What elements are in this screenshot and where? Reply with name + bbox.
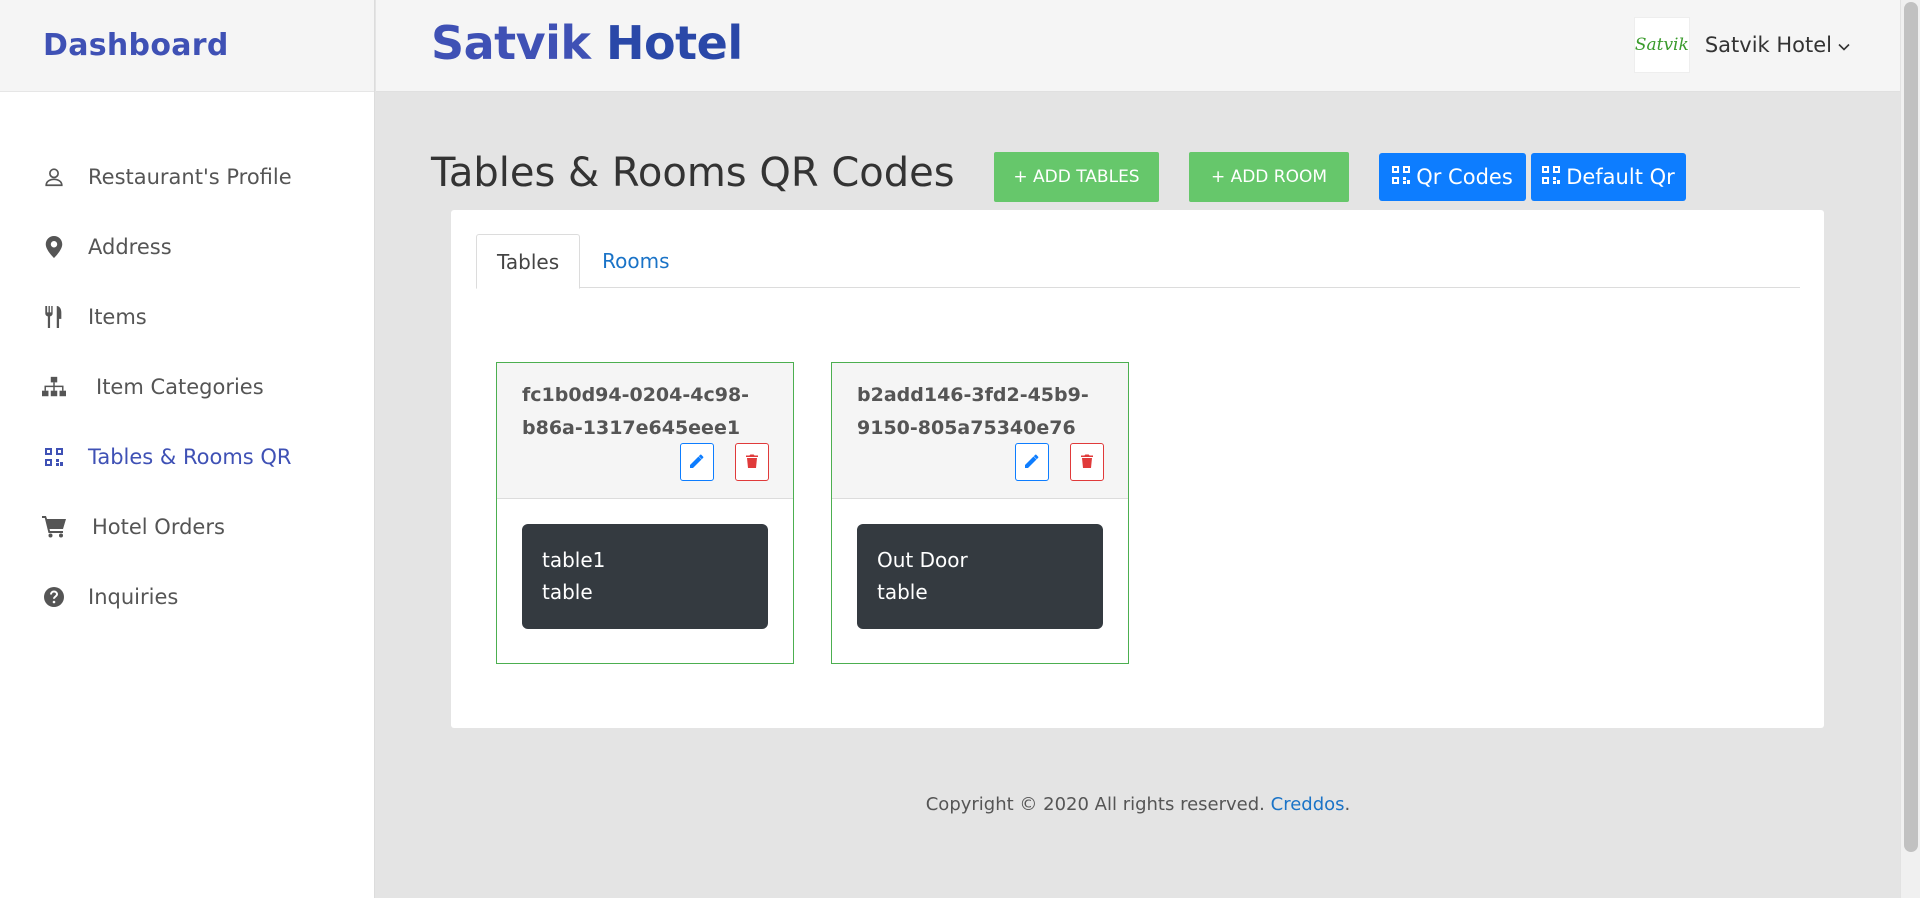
sitemap-icon bbox=[42, 375, 66, 399]
footer: Copyright © 2020 All rights reserved. Cr… bbox=[376, 794, 1900, 815]
delete-button[interactable] bbox=[735, 443, 769, 481]
qr-card: fc1b0d94-0204-4c98-b86a-1317e645eee1 tab… bbox=[496, 362, 794, 664]
delete-button[interactable] bbox=[1070, 443, 1104, 481]
sidebar-item-restaurant-profile[interactable]: Restaurant's Profile bbox=[0, 142, 374, 212]
user-icon bbox=[42, 165, 66, 189]
tab-tables[interactable]: Tables bbox=[476, 234, 581, 289]
qr-codes-label: Qr Codes bbox=[1416, 165, 1513, 189]
sidebar: Dashboard Restaurant's Profile Address I… bbox=[0, 0, 375, 898]
trash-icon bbox=[1081, 453, 1093, 472]
creddos-link[interactable]: Creddos bbox=[1271, 794, 1345, 815]
chevron-down-icon bbox=[1838, 36, 1850, 55]
sidebar-item-label: Item Categories bbox=[96, 375, 264, 399]
trash-icon bbox=[746, 453, 758, 472]
user-name: Satvik Hotel bbox=[1704, 33, 1832, 57]
sidebar-brand[interactable]: Dashboard bbox=[0, 0, 374, 92]
qrcode-icon bbox=[1542, 165, 1561, 189]
sidebar-item-tables-rooms-qr[interactable]: Tables & Rooms QR bbox=[0, 422, 374, 492]
avatar: Satvik bbox=[1633, 17, 1690, 73]
cart-icon bbox=[42, 515, 66, 539]
qr-codes-button[interactable]: Qr Codes bbox=[1379, 153, 1526, 201]
question-circle-icon bbox=[42, 585, 66, 609]
table-name: Out Door bbox=[877, 548, 968, 572]
avatar-logo-text: Satvik bbox=[1634, 35, 1689, 55]
edit-button[interactable] bbox=[1015, 443, 1049, 481]
page-scrollbar[interactable] bbox=[1900, 0, 1920, 898]
sidebar-item-label: Restaurant's Profile bbox=[88, 165, 292, 189]
qr-card-header: fc1b0d94-0204-4c98-b86a-1317e645eee1 bbox=[497, 363, 793, 499]
edit-button[interactable] bbox=[680, 443, 714, 481]
dashboard-link[interactable]: Dashboard bbox=[43, 28, 229, 63]
add-room-button[interactable]: + ADD ROOM bbox=[1189, 152, 1349, 202]
qr-card-uuid: b2add146-3fd2-45b9-9150-805a75340e76 bbox=[857, 384, 1089, 439]
pencil-icon bbox=[1025, 453, 1039, 472]
hotel-title-first: Satvik bbox=[431, 16, 591, 70]
pencil-icon bbox=[690, 453, 704, 472]
user-menu[interactable]: Satvik Satvik Hotel bbox=[1633, 17, 1850, 73]
top-header: Satvik Hotel Satvik Satvik Hotel bbox=[376, 0, 1900, 92]
table-name: table1 bbox=[542, 548, 606, 572]
footer-period: . bbox=[1344, 794, 1351, 815]
qrcode-icon bbox=[42, 445, 66, 469]
qrcode-icon bbox=[1392, 165, 1411, 189]
scrollbar-thumb[interactable] bbox=[1904, 2, 1918, 852]
map-pin-icon bbox=[42, 235, 66, 259]
default-qr-label: Default Qr bbox=[1566, 165, 1675, 189]
hotel-title-second: Hotel bbox=[606, 16, 743, 70]
sidebar-item-label: Items bbox=[88, 305, 147, 329]
table-type: table bbox=[542, 580, 593, 604]
tab-rooms[interactable]: Rooms bbox=[582, 234, 689, 288]
sidebar-nav: Restaurant's Profile Address Items Item … bbox=[0, 142, 374, 632]
table-type: table bbox=[877, 580, 928, 604]
sidebar-item-label: Tables & Rooms QR bbox=[88, 445, 292, 469]
qr-card: b2add146-3fd2-45b9-9150-805a75340e76 Out… bbox=[831, 362, 1129, 664]
sidebar-item-label: Address bbox=[88, 235, 172, 259]
qr-panel: Tables Rooms fc1b0d94-0204-4c98-b86a-131… bbox=[451, 210, 1824, 728]
tab-bar: Tables Rooms bbox=[476, 234, 1800, 289]
qr-card-header: b2add146-3fd2-45b9-9150-805a75340e76 bbox=[832, 363, 1128, 499]
default-qr-button[interactable]: Default Qr bbox=[1531, 153, 1686, 201]
sidebar-item-item-categories[interactable]: Item Categories bbox=[0, 352, 374, 422]
sidebar-item-label: Inquiries bbox=[88, 585, 179, 609]
table-badge: table1 table bbox=[522, 524, 768, 629]
sidebar-item-items[interactable]: Items bbox=[0, 282, 374, 352]
sidebar-item-address[interactable]: Address bbox=[0, 212, 374, 282]
sidebar-item-label: Hotel Orders bbox=[92, 515, 225, 539]
hotel-title: Satvik Hotel bbox=[431, 16, 743, 70]
add-tables-button[interactable]: + ADD TABLES bbox=[994, 152, 1159, 202]
sidebar-item-inquiries[interactable]: Inquiries bbox=[0, 562, 374, 632]
sidebar-item-hotel-orders[interactable]: Hotel Orders bbox=[0, 492, 374, 562]
table-badge: Out Door table bbox=[857, 524, 1103, 629]
copyright-text: Copyright © 2020 All rights reserved. bbox=[925, 794, 1265, 815]
qr-card-uuid: fc1b0d94-0204-4c98-b86a-1317e645eee1 bbox=[522, 384, 750, 439]
utensils-icon bbox=[42, 305, 66, 329]
page-title: Tables & Rooms QR Codes bbox=[431, 150, 955, 196]
